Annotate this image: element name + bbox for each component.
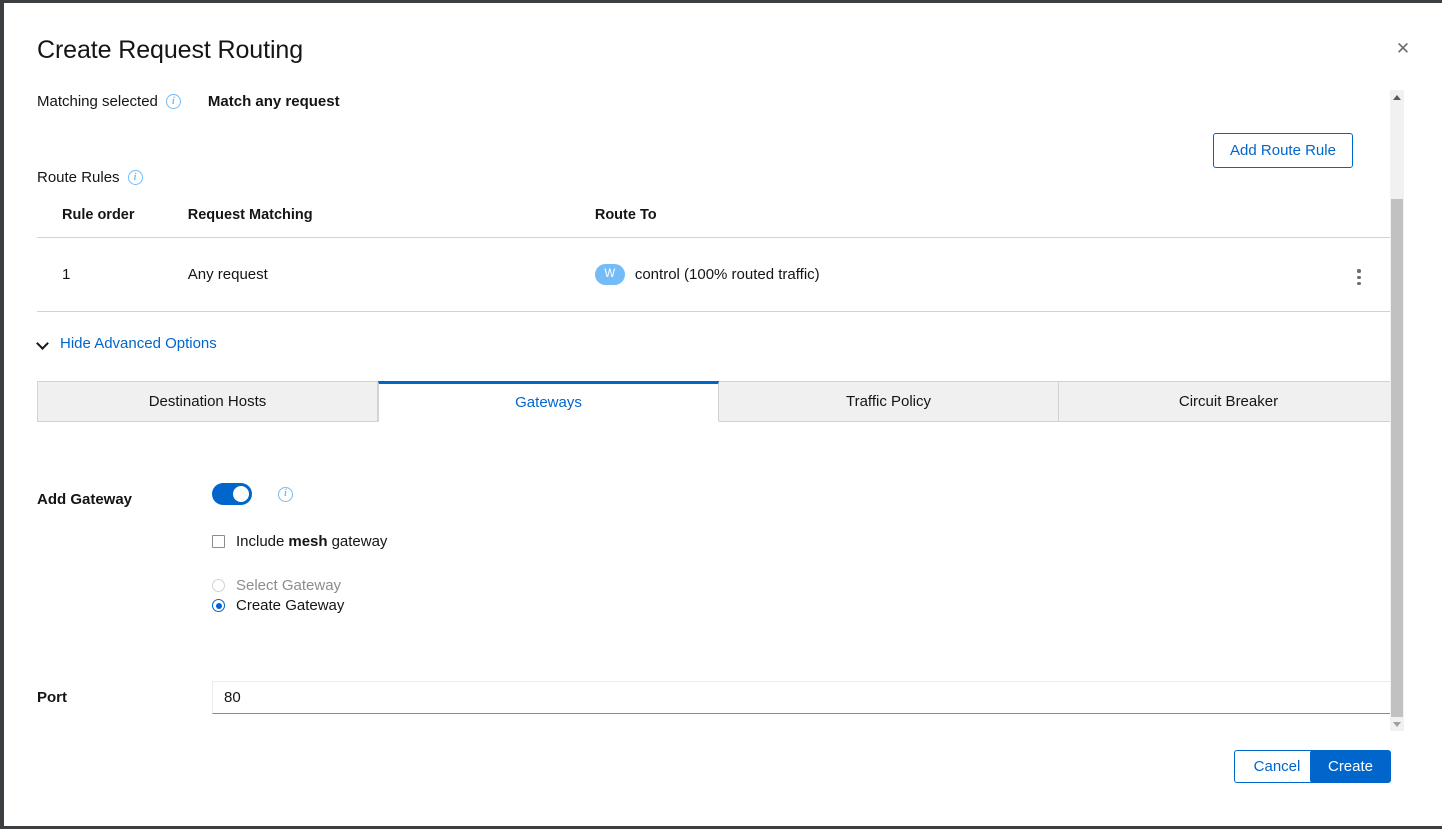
cell-route-to: Wcontrol (100% routed traffic): [595, 238, 1319, 312]
select-gateway-label: Select Gateway: [236, 577, 341, 594]
page-title: Create Request Routing: [37, 33, 1422, 67]
add-route-rule-button[interactable]: Add Route Rule: [1213, 133, 1353, 168]
route-rules-label: Route Rules: [37, 169, 120, 186]
table-header: Rule order Request Matching Route To: [37, 203, 1399, 238]
cancel-button[interactable]: Cancel: [1234, 750, 1320, 783]
workload-badge: W: [595, 264, 625, 285]
close-icon[interactable]: ✕: [1389, 35, 1417, 63]
hide-advanced-options-toggle[interactable]: Hide Advanced Options: [37, 335, 217, 352]
include-mesh-text-bold: mesh: [288, 533, 327, 550]
table-header-row: Rule order Request Matching Route To: [37, 203, 1399, 238]
hide-advanced-options-label: Hide Advanced Options: [60, 335, 217, 352]
tab-destination-hosts[interactable]: Destination Hosts: [37, 381, 378, 421]
create-request-routing-dialog: Create Request Routing ✕ Matching select…: [0, 0, 1442, 829]
select-gateway-radio: [212, 579, 225, 592]
add-gateway-label: Add Gateway: [37, 491, 132, 508]
column-header-actions: [1319, 203, 1399, 238]
cell-rule-order: 1: [37, 238, 188, 312]
chevron-down-icon: [37, 338, 49, 350]
dialog-body: Matching selected i Match any request Ad…: [4, 83, 1399, 731]
add-gateway-toggle[interactable]: [212, 483, 252, 505]
matching-selected-row: Matching selected i Match any request: [37, 93, 340, 110]
include-mesh-gateway-checkbox[interactable]: [212, 535, 225, 548]
create-gateway-label: Create Gateway: [236, 597, 344, 614]
scroll-down-arrow-icon[interactable]: [1390, 717, 1404, 731]
create-button[interactable]: Create: [1310, 750, 1391, 783]
column-header-rule-order: Rule order: [37, 203, 188, 238]
table-row: 1 Any request Wcontrol (100% routed traf…: [37, 238, 1399, 312]
matching-selected-value: Match any request: [208, 93, 340, 110]
tab-circuit-breaker[interactable]: Circuit Breaker: [1059, 381, 1399, 421]
cell-actions: [1319, 238, 1399, 312]
route-rules-label-group: Route Rules i: [37, 169, 143, 186]
matching-selected-label: Matching selected: [37, 93, 158, 110]
include-mesh-text-before: Include: [236, 533, 284, 550]
include-mesh-gateway-row[interactable]: Include mesh gateway: [212, 533, 387, 550]
info-icon[interactable]: i: [128, 170, 143, 185]
dialog-footer: Cancel Create: [0, 750, 1442, 783]
select-gateway-radio-row: Select Gateway: [212, 577, 341, 594]
dialog-scrollbar[interactable]: [1390, 90, 1404, 731]
column-header-request-matching: Request Matching: [188, 203, 595, 238]
scroll-up-arrow-icon[interactable]: [1390, 90, 1404, 104]
kebab-menu-icon[interactable]: [1347, 265, 1371, 289]
column-header-route-to: Route To: [595, 203, 1319, 238]
tab-traffic-policy[interactable]: Traffic Policy: [719, 381, 1059, 421]
create-gateway-radio-row[interactable]: Create Gateway: [212, 597, 344, 614]
route-rules-table: Rule order Request Matching Route To 1 A…: [37, 203, 1399, 312]
include-mesh-text-after: gateway: [332, 533, 388, 550]
port-label: Port: [37, 689, 67, 706]
table-body: 1 Any request Wcontrol (100% routed traf…: [37, 238, 1399, 312]
info-icon[interactable]: i: [166, 94, 181, 109]
scrollbar-thumb[interactable]: [1391, 199, 1403, 717]
port-input[interactable]: [212, 681, 1396, 714]
advanced-options-tabs: Destination Hosts Gateways Traffic Polic…: [37, 381, 1399, 422]
add-gateway-switch-group: i: [212, 483, 293, 505]
tab-gateways[interactable]: Gateways: [378, 381, 719, 422]
create-gateway-radio[interactable]: [212, 599, 225, 612]
cell-request-matching: Any request: [188, 238, 595, 312]
route-to-text: control (100% routed traffic): [635, 266, 820, 283]
dialog-header: Create Request Routing: [37, 33, 1422, 73]
info-icon[interactable]: i: [278, 487, 293, 502]
